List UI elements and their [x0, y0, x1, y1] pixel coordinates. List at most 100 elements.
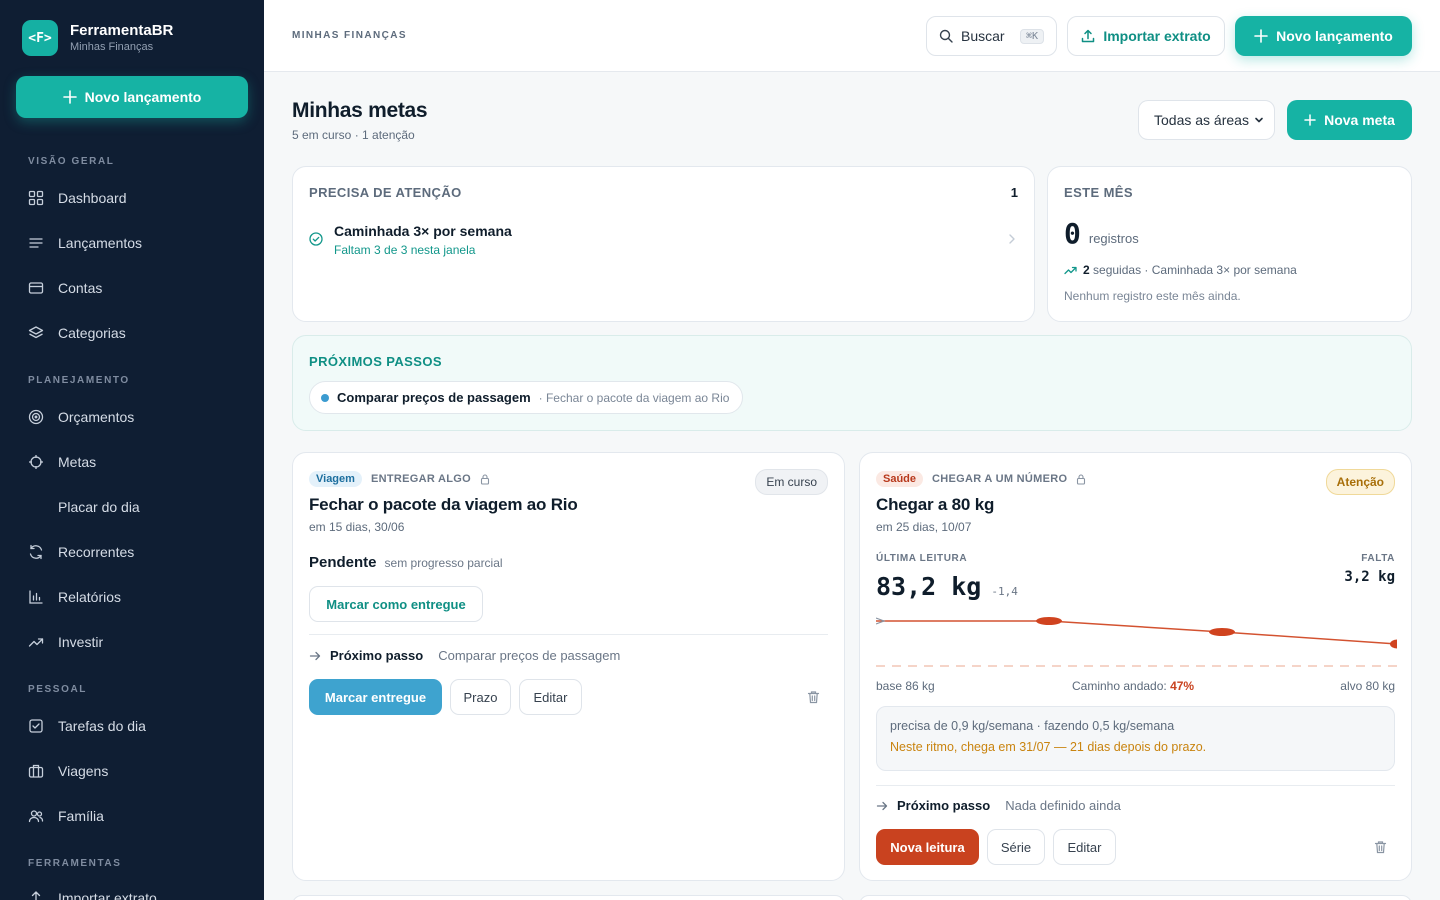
reading-point[interactable] [1390, 639, 1397, 649]
remaining-value: 3,2 kg [1344, 569, 1395, 585]
sidebar-item-label: Relatórios [58, 589, 122, 605]
goal-title: Fechar o pacote da viagem ao Rio [309, 495, 578, 514]
sidebar-item-label: Contas [58, 280, 103, 296]
lock-icon [480, 473, 490, 485]
goal-kind: ENTREGAR ALGO [370, 473, 471, 485]
brand-name: FerramentaBR [70, 22, 174, 39]
card-icon [28, 280, 44, 296]
new-reading-button[interactable]: Nova leitura [876, 829, 979, 865]
brand[interactable]: <F> FerramentaBR Minhas Finanças [22, 20, 173, 56]
sidebar-item-label: Orçamentos [58, 409, 135, 425]
remaining-label: FALTA [1361, 553, 1395, 564]
new-entry-label: Novo lançamento [1276, 28, 1393, 44]
edit-button[interactable]: Editar [1053, 829, 1116, 865]
chevron-down-icon [1254, 115, 1264, 125]
trash-icon[interactable] [1374, 840, 1387, 854]
sidebar-item-label: Placar do dia [58, 499, 140, 515]
target-label: alvo 80 kg [1340, 679, 1395, 693]
trash-icon[interactable] [807, 690, 820, 704]
goal-card-partial [859, 895, 1412, 900]
page-title: Minhas metas [292, 99, 428, 122]
sidebar-item-reports[interactable]: Relatórios [28, 587, 121, 607]
sidebar-item-recurring[interactable]: Recorrentes [28, 542, 134, 562]
plus-icon [62, 90, 77, 104]
reading-point[interactable] [1036, 617, 1062, 625]
reading-point[interactable] [1209, 628, 1235, 636]
search-button[interactable]: Buscar ⌘K [926, 16, 1057, 56]
status-dot [321, 393, 329, 402]
sidebar-section-overview: VISÃO GERAL [28, 156, 115, 167]
mark-delivered-button[interactable]: Marcar entregue [309, 679, 442, 715]
goal-area-tag: Viagem [309, 471, 362, 487]
attention-item-subtitle: Faltam 3 de 3 nesta janela [334, 243, 476, 257]
next-step-label: Próximo passo [897, 798, 991, 813]
sidebar-item-label: Categorias [58, 325, 126, 341]
deadline-button[interactable]: Prazo [450, 679, 511, 715]
sidebar-item-budgets[interactable]: Orçamentos [28, 407, 134, 427]
sidebar-item-family[interactable]: Família [28, 806, 104, 826]
check-circle-icon [309, 232, 323, 257]
briefcase-icon [28, 763, 44, 779]
new-entry-button[interactable]: Novo lançamento [1235, 16, 1412, 56]
users-icon [28, 808, 44, 824]
sidebar-item-label: Importar extrato [58, 890, 157, 900]
walked-label: Caminho andado: [1072, 679, 1167, 693]
divider [876, 785, 1395, 786]
chevron-right-icon[interactable] [1008, 233, 1016, 245]
search-icon [939, 29, 953, 43]
attention-item-title: Caminhada 3× por semana [334, 223, 512, 239]
sidebar: <F> FerramentaBR Minhas Finanças Novo la… [0, 0, 264, 900]
sidebar-item-import[interactable]: Importar extrato [28, 888, 157, 900]
month-heading: ESTE MÊS [1064, 185, 1133, 200]
goal-progress-note: sem progresso parcial [384, 556, 503, 570]
new-goal-button[interactable]: Nova meta [1287, 100, 1412, 140]
mark-as-delivered-button[interactable]: Marcar como entregue [309, 586, 483, 622]
edit-button[interactable]: Editar [519, 679, 582, 715]
goal-next-step: Próximo passo Nada definido ainda [876, 798, 1121, 813]
attention-card: PRECISA DE ATENÇÃO 1 Caminhada 3× por se… [292, 166, 1035, 322]
sidebar-item-label: Tarefas do dia [58, 718, 146, 734]
sidebar-new-entry-label: Novo lançamento [84, 89, 202, 105]
grid-icon [28, 190, 44, 206]
sidebar-item-daily-tasks[interactable]: Tarefas do dia [28, 716, 146, 736]
sidebar-new-entry-button[interactable]: Novo lançamento [16, 76, 248, 118]
upload-icon [1081, 29, 1095, 43]
sidebar-item-label: Família [58, 808, 104, 824]
walked-value: 47% [1170, 679, 1195, 693]
sidebar-item-label: Dashboard [58, 190, 127, 206]
series-button[interactable]: Série [987, 829, 1045, 865]
next-step-chip[interactable]: Comparar preços de passagem · Fechar o p… [309, 381, 744, 414]
month-followed-text: seguidas · Caminhada 3× por semana [1093, 263, 1297, 277]
area-filter-select[interactable]: Todas as áreas [1138, 100, 1275, 140]
pace-rate: precisa de 0,9 kg/semana · fazendo 0,5 k… [890, 719, 1175, 733]
search-label: Buscar [961, 28, 1005, 44]
sidebar-item-daily-score[interactable]: Placar do dia [28, 497, 140, 517]
sidebar-item-categories[interactable]: Categorias [28, 323, 126, 343]
attention-item[interactable]: Caminhada 3× por semana Faltam 3 de 3 ne… [309, 223, 512, 257]
sidebar-item-goals[interactable]: Metas [28, 452, 96, 472]
sidebar-item-accounts[interactable]: Contas [28, 278, 102, 298]
last-reading-delta: -1,4 [991, 585, 1018, 598]
import-statement-button[interactable]: Importar extrato [1067, 16, 1225, 56]
month-empty-text: Nenhum registro este mês ainda. [1064, 289, 1241, 303]
sidebar-item-trips[interactable]: Viagens [28, 761, 108, 781]
trend-icon [28, 634, 44, 650]
goal-status-badge: Em curso [755, 469, 828, 495]
search-shortcut: ⌘K [1019, 28, 1044, 44]
month-followed: 2 seguidas · Caminhada 3× por semana [1064, 263, 1297, 277]
list-icon [28, 235, 44, 251]
last-reading-value: 83,2 kg [876, 572, 982, 601]
month-followed-count: 2 [1083, 263, 1090, 277]
page-subtitle: 5 em curso · 1 atenção [292, 128, 415, 142]
trend-icon [1064, 265, 1077, 275]
sidebar-item-dashboard[interactable]: Dashboard [28, 188, 127, 208]
sidebar-item-entries[interactable]: Lançamentos [28, 233, 142, 253]
goal-due: em 25 dias, 10/07 [876, 520, 972, 534]
sidebar-item-label: Investir [58, 634, 104, 650]
sidebar-section-tools: FERRAMENTAS [28, 858, 122, 869]
pace-box: precisa de 0,9 kg/semana · fazendo 0,5 k… [876, 706, 1395, 771]
topbar: MINHAS FINANÇAS Buscar ⌘K Importar extra… [264, 0, 1440, 72]
pace-forecast: Neste ritmo, chega em 31/07 — 21 dias de… [890, 740, 1207, 754]
next-step-title: Comparar preços de passagem [337, 390, 531, 405]
sidebar-item-invest[interactable]: Investir [28, 632, 103, 652]
